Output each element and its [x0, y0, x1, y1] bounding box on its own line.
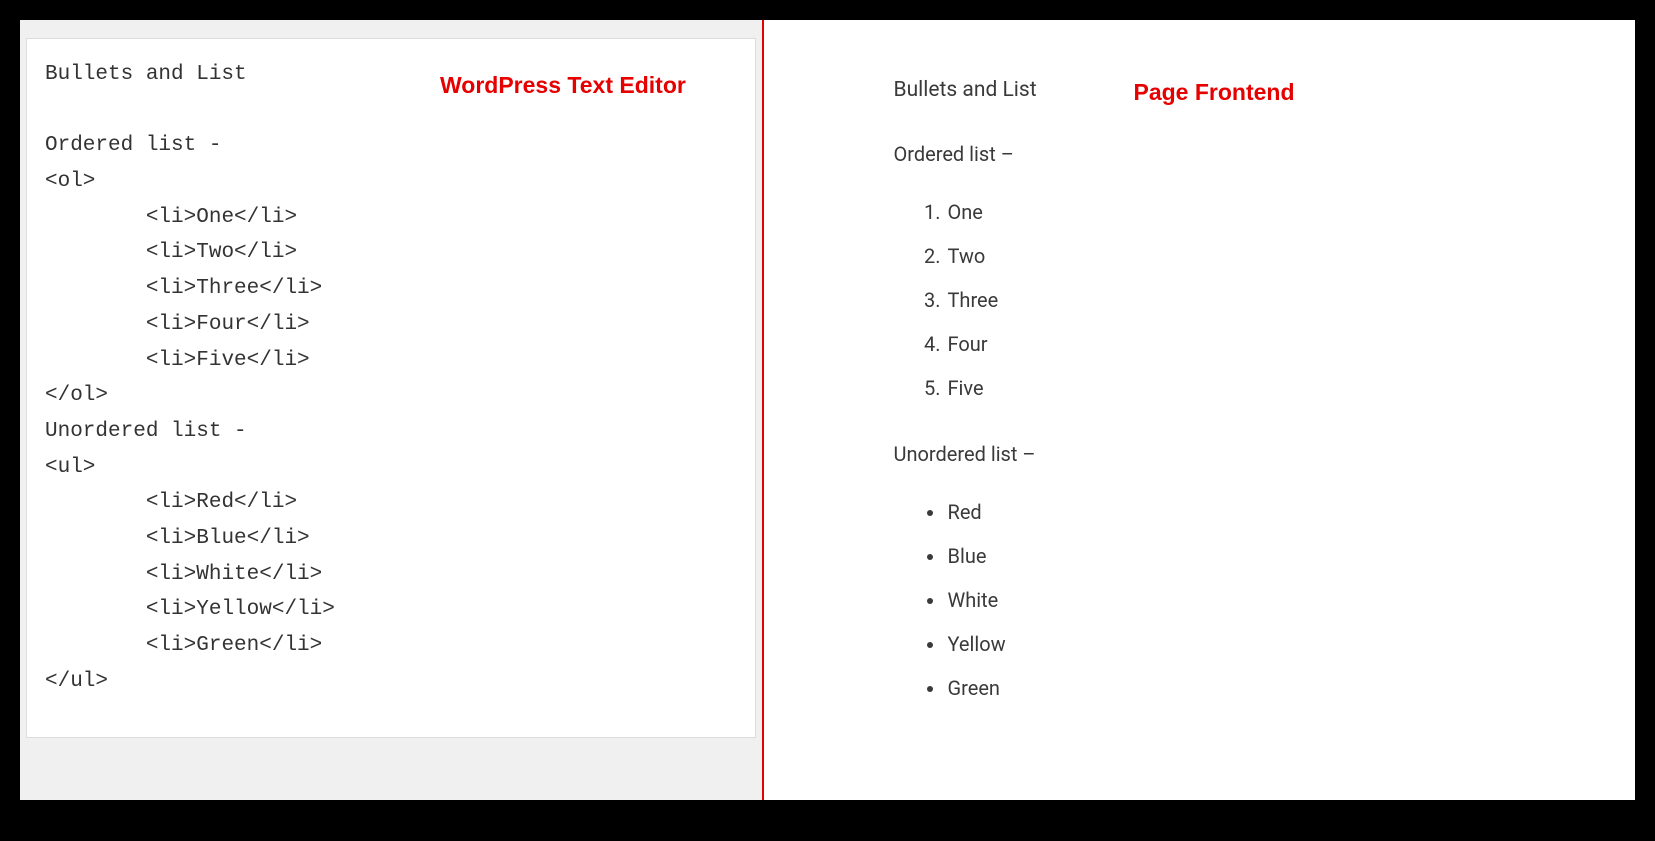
list-item: Four [946, 329, 1636, 359]
ul-open-tag: <ul> [45, 456, 95, 479]
list-item: Yellow [946, 629, 1636, 659]
list-item: Three [946, 285, 1636, 315]
list-item: One [946, 197, 1636, 227]
code-editor[interactable]: Bullets and List Ordered list - <ol> <li… [26, 38, 756, 738]
ordered-heading-code: Ordered list - [45, 134, 221, 157]
list-item: Two [946, 241, 1636, 271]
ul-item-code: <li>Yellow</li> [146, 598, 335, 621]
unordered-heading-code: Unordered list - [45, 420, 247, 443]
ol-item-code: <li>Two</li> [146, 241, 297, 264]
ul-item-code: <li>Green</li> [146, 634, 322, 657]
ol-item-code: <li>Five</li> [146, 349, 310, 372]
ul-close-tag: </ul> [45, 670, 108, 693]
ol-item-code: <li>Four</li> [146, 313, 310, 336]
ol-item-code: <li>Three</li> [146, 277, 322, 300]
unordered-list-heading: Unordered list – [894, 439, 1636, 469]
editor-label: WordPress Text Editor [440, 72, 686, 99]
ul-item-code: <li>Red</li> [146, 491, 297, 514]
ol-item-code: <li>One</li> [146, 206, 297, 229]
ol-close-tag: </ol> [45, 384, 108, 407]
list-item: Five [946, 373, 1636, 403]
list-item: White [946, 585, 1636, 615]
editor-panel: WordPress Text Editor Bullets and List O… [20, 20, 762, 800]
editor-title: Bullets and List [45, 63, 247, 86]
ordered-list-heading: Ordered list – [894, 139, 1636, 169]
unordered-list: Red Blue White Yellow Green [946, 497, 1636, 703]
frontend-label: Page Frontend [1134, 75, 1295, 110]
list-item: Green [946, 673, 1636, 703]
ordered-list: One Two Three Four Five [946, 197, 1636, 403]
list-item: Red [946, 497, 1636, 527]
ol-open-tag: <ol> [45, 170, 95, 193]
frontend-panel: Page Frontend Bullets and List Ordered l… [764, 20, 1636, 800]
comparison-container: WordPress Text Editor Bullets and List O… [20, 20, 1635, 800]
ul-item-code: <li>Blue</li> [146, 527, 310, 550]
list-item: Blue [946, 541, 1636, 571]
ul-item-code: <li>White</li> [146, 563, 322, 586]
